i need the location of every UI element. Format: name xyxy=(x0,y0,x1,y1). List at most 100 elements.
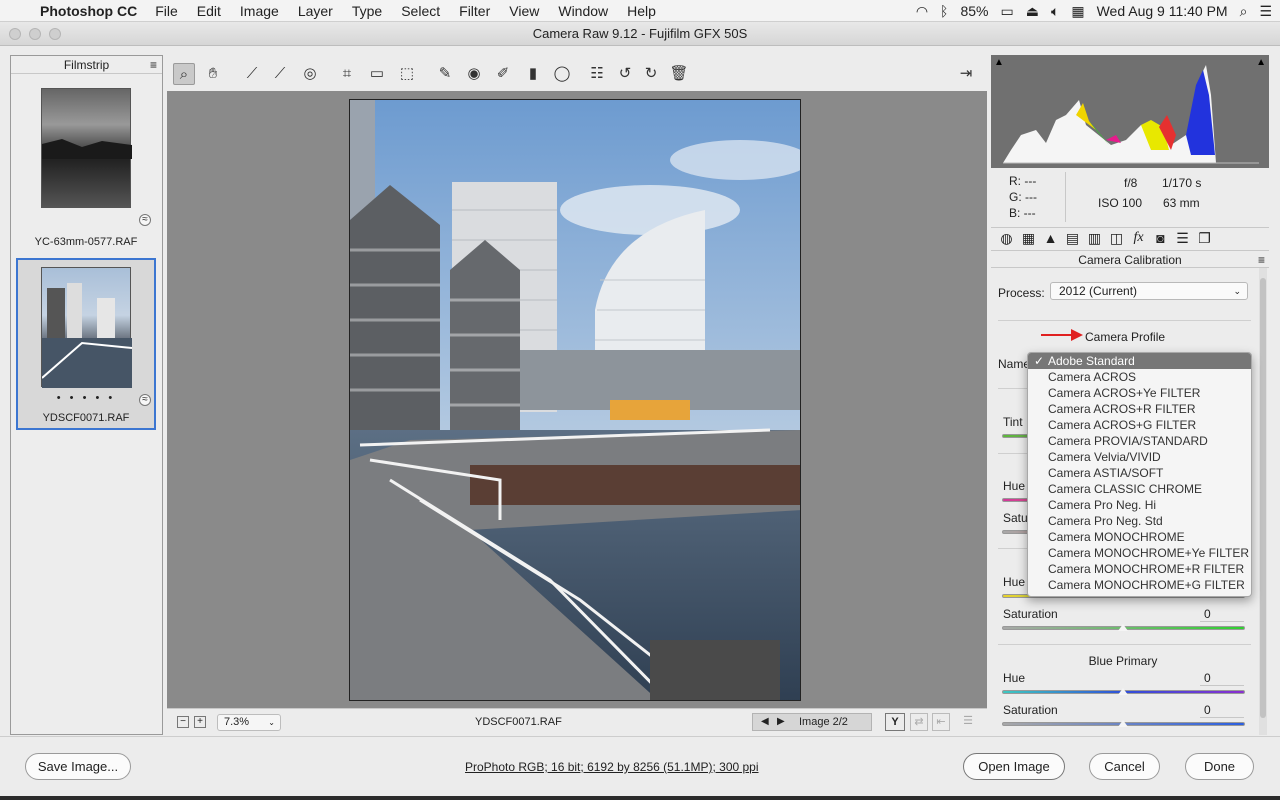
blue-saturation-value[interactable]: 0 xyxy=(1200,703,1244,718)
profile-option[interactable]: Camera ACROS+G FILTER xyxy=(1028,417,1251,433)
menu-image[interactable]: Image xyxy=(240,3,279,19)
filmstrip-item-selected[interactable]: • • • • • ≈ YDSCF0071.RAF xyxy=(16,258,156,430)
close-button[interactable] xyxy=(9,28,21,40)
histogram[interactable]: ▲ ▲ xyxy=(991,55,1269,168)
tab-effects-icon[interactable]: fx xyxy=(1129,230,1148,246)
slider-thumb[interactable] xyxy=(1118,624,1128,631)
rotate-ccw-icon[interactable]: ↺ xyxy=(614,63,636,85)
green-saturation-value[interactable]: 0 xyxy=(1200,607,1244,622)
menu-file[interactable]: File xyxy=(155,3,178,19)
swap-settings-icon[interactable]: ⇄ xyxy=(910,713,928,731)
red-eye-tool-icon[interactable]: ◉ xyxy=(463,63,485,85)
straighten-tool-icon[interactable]: ▭ xyxy=(366,63,388,85)
tab-tone-curve-icon[interactable]: ▦ xyxy=(1019,230,1038,247)
spot-removal-tool-icon[interactable]: ✎ xyxy=(434,63,456,85)
targeted-adjustment-tool-icon[interactable]: ◎ xyxy=(299,63,321,85)
battery-percent[interactable]: 85% xyxy=(960,3,988,19)
filmstrip-menu-icon[interactable]: ≡ xyxy=(150,56,157,74)
tab-detail-icon[interactable]: ▲ xyxy=(1041,230,1060,246)
profile-option-adobe-standard[interactable]: ✓ Adobe Standard xyxy=(1028,353,1251,369)
adjustment-brush-icon[interactable]: ✐ xyxy=(492,63,514,85)
blue-hue-value[interactable]: 0 xyxy=(1200,671,1244,686)
profile-option[interactable]: Camera MONOCHROME+Ye FILTER xyxy=(1028,545,1251,561)
zoom-tool-icon[interactable]: ⌕ xyxy=(173,63,195,85)
profile-option[interactable]: Camera Pro Neg. Hi xyxy=(1028,497,1251,513)
tab-hsl-icon[interactable]: ▤ xyxy=(1063,230,1082,247)
profile-option[interactable]: Camera CLASSIC CHROME xyxy=(1028,481,1251,497)
next-image-icon[interactable]: ▶ xyxy=(777,716,785,727)
trash-icon[interactable]: 🗑︎ xyxy=(668,63,690,85)
zoom-in-button[interactable]: + xyxy=(194,716,206,728)
battery-icon[interactable]: ▭ xyxy=(1000,3,1013,20)
menu-edit[interactable]: Edit xyxy=(197,3,221,19)
profile-option[interactable]: Camera PROVIA/STANDARD xyxy=(1028,433,1251,449)
minimize-button[interactable] xyxy=(29,28,41,40)
open-image-button[interactable]: Open Image xyxy=(963,753,1065,780)
profile-option[interactable]: Camera MONOCHROME+G FILTER xyxy=(1028,577,1251,593)
menu-window[interactable]: Window xyxy=(558,3,608,19)
done-button[interactable]: Done xyxy=(1185,753,1254,780)
menu-select[interactable]: Select xyxy=(401,3,440,19)
hand-tool-icon[interactable]: ✋︎ xyxy=(202,63,224,85)
image-preview-area[interactable] xyxy=(167,91,987,708)
radial-filter-icon[interactable]: ◯ xyxy=(551,63,573,85)
menu-view[interactable]: View xyxy=(509,3,539,19)
menu-filter[interactable]: Filter xyxy=(459,3,490,19)
tab-split-toning-icon[interactable]: ▥ xyxy=(1085,230,1104,247)
transform-tool-icon[interactable]: ⬚ xyxy=(396,63,418,85)
highlight-clipping-warning-icon[interactable]: ▲ xyxy=(1256,57,1266,68)
tab-camera-calibration-icon[interactable]: ◙ xyxy=(1151,230,1170,246)
copy-settings-icon[interactable]: ⇤ xyxy=(932,713,950,731)
cancel-button[interactable]: Cancel xyxy=(1089,753,1160,780)
workflow-options-link[interactable]: ProPhoto RGB; 16 bit; 6192 by 8256 (51.1… xyxy=(465,760,759,774)
panel-scrollbar[interactable] xyxy=(1259,268,1267,735)
process-select[interactable]: 2012 (Current) ⌄ xyxy=(1050,282,1248,300)
rating-dots[interactable]: • • • • • xyxy=(18,392,154,404)
color-sampler-tool-icon[interactable]: ⟋ xyxy=(269,63,291,85)
tab-snapshots-icon[interactable]: ❐ xyxy=(1195,230,1214,247)
white-balance-tool-icon[interactable]: ⟋ xyxy=(241,63,263,85)
shadow-clipping-warning-icon[interactable]: ▲ xyxy=(994,57,1004,68)
profile-option[interactable]: Camera ACROS+R FILTER xyxy=(1028,401,1251,417)
menu-type[interactable]: Type xyxy=(352,3,382,19)
wifi-icon[interactable]: ◠ xyxy=(916,3,928,20)
slider-thumb[interactable] xyxy=(1118,688,1128,695)
profile-option[interactable]: Camera ACROS+Ye FILTER xyxy=(1028,385,1251,401)
zoom-button[interactable] xyxy=(49,28,61,40)
profile-option[interactable]: Camera MONOCHROME xyxy=(1028,529,1251,545)
notification-center-icon[interactable]: ☰ xyxy=(1259,3,1272,20)
flag-icon[interactable]: ▦ xyxy=(1071,3,1084,20)
before-after-y-icon[interactable]: Y xyxy=(885,713,905,731)
zoom-out-button[interactable]: − xyxy=(177,716,189,728)
zoom-level-select[interactable]: 7.3% ⌄ xyxy=(217,714,281,731)
menu-help[interactable]: Help xyxy=(627,3,656,19)
graduated-filter-icon[interactable]: ▮ xyxy=(522,63,544,85)
app-menu[interactable]: Photoshop CC xyxy=(40,3,137,19)
prev-image-icon[interactable]: ◀ xyxy=(761,716,769,727)
scrollbar-thumb[interactable] xyxy=(1260,278,1266,718)
profile-option[interactable]: Camera MONOCHROME+R FILTER xyxy=(1028,561,1251,577)
preview-image[interactable] xyxy=(349,99,801,701)
panel-menu-icon[interactable]: ≡ xyxy=(1258,251,1265,269)
profile-option[interactable]: Camera Velvia/VIVID xyxy=(1028,449,1251,465)
toggle-settings-icon[interactable]: ☰ xyxy=(959,713,977,731)
crop-tool-icon[interactable]: ⌗ xyxy=(336,63,358,85)
volume-icon[interactable]: 🔈︎ xyxy=(1051,3,1059,20)
tab-presets-icon[interactable]: ☰ xyxy=(1173,230,1192,247)
save-image-button[interactable]: Save Image... xyxy=(25,753,131,780)
slider-thumb[interactable] xyxy=(1118,720,1128,727)
profile-option[interactable]: Camera Pro Neg. Std xyxy=(1028,513,1251,529)
spotlight-icon[interactable]: ⌕ xyxy=(1240,3,1248,20)
menu-layer[interactable]: Layer xyxy=(298,3,333,19)
eject-icon[interactable]: ⏏ xyxy=(1026,3,1039,20)
bluetooth-icon[interactable]: ᛒ xyxy=(940,3,948,19)
profile-option[interactable]: Camera ACROS xyxy=(1028,369,1251,385)
rotate-cw-icon[interactable]: ↻ xyxy=(640,63,662,85)
fullscreen-toggle-icon[interactable]: ⇥ xyxy=(955,63,977,85)
filmstrip-item[interactable]: ≈ YC-63mm-0577.RAF xyxy=(16,78,156,254)
clock[interactable]: Wed Aug 9 11:40 PM xyxy=(1097,3,1228,19)
tab-lens-corrections-icon[interactable]: ◫ xyxy=(1107,230,1126,247)
profile-option[interactable]: Camera ASTIA/SOFT xyxy=(1028,465,1251,481)
preferences-icon[interactable]: ☷ xyxy=(586,63,608,85)
tab-basic-icon[interactable]: ◍ xyxy=(997,230,1016,247)
